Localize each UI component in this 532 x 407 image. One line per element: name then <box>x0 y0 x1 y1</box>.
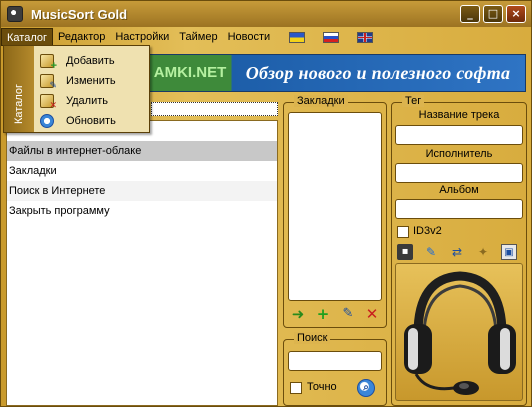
headphones-icon <box>404 271 516 395</box>
bookmarks-list[interactable] <box>288 112 382 301</box>
tag-label: Тег <box>402 95 425 107</box>
album-label: Альбом <box>439 184 479 196</box>
menu-timer[interactable]: Таймер <box>174 28 222 46</box>
menu-item-delete[interactable]: Удалить <box>40 92 108 111</box>
track-title-input[interactable] <box>395 125 523 145</box>
menu-item-edit[interactable]: Изменить <box>40 72 116 91</box>
artist-input[interactable] <box>395 163 523 183</box>
banner-slogan: Обзор нового и полезного софта <box>245 63 511 83</box>
headphones-artwork <box>395 263 523 401</box>
menu-item-label: Изменить <box>66 75 116 87</box>
close-button[interactable]: × <box>506 5 526 23</box>
list-item-internet-search[interactable]: Поиск в Интернете <box>7 181 277 201</box>
ua-flag-icon[interactable] <box>289 31 306 43</box>
delete-catalog-icon <box>40 94 57 111</box>
window-controls: _ □ × <box>460 5 526 23</box>
search-input[interactable] <box>288 351 382 371</box>
ru-flag-icon[interactable] <box>323 31 340 43</box>
exact-label: Точно <box>307 381 337 393</box>
search-icon[interactable]: ⌕ <box>357 379 375 397</box>
menu-item-refresh[interactable]: Обновить <box>40 112 116 130</box>
menu-settings[interactable]: Настройки <box>110 28 174 46</box>
menu-item-label: Обновить <box>66 115 116 127</box>
save-icon[interactable]: ▪ <box>397 244 413 260</box>
banner-site-name: AMKI.NET <box>153 64 227 81</box>
menu-item-label: Удалить <box>66 95 108 107</box>
window-title: MusicSort Gold <box>31 6 128 22</box>
menu-item-label: Добавить <box>66 55 115 67</box>
id3-label: ID3v2 <box>413 225 442 237</box>
edit-catalog-icon <box>40 74 57 91</box>
menu-catalog[interactable]: Каталог <box>1 28 53 46</box>
menu-item-add[interactable]: Добавить <box>40 52 115 72</box>
bookmarks-label: Закладки <box>294 95 348 107</box>
search-group: Поиск <box>283 332 387 406</box>
list-item-exit[interactable]: Закрыть программу <box>7 201 277 221</box>
edit-icon[interactable]: ✎ <box>339 305 357 323</box>
delete-icon[interactable]: ✕ <box>363 305 381 323</box>
catalog-list[interactable]: Файлы в интернет-облаке Закладки Поиск в… <box>6 120 278 406</box>
add-catalog-icon <box>40 54 57 72</box>
search-label: Поиск <box>294 332 331 344</box>
app-logo-icon <box>7 6 23 22</box>
artist-label: Исполнитель <box>425 148 493 160</box>
album-input[interactable] <box>395 199 523 219</box>
id3-checkbox[interactable] <box>397 226 409 238</box>
title-bar[interactable]: MusicSort Gold _ □ × <box>1 1 531 27</box>
catalog-filter-field[interactable] <box>151 102 278 116</box>
magic-icon[interactable]: ✦ <box>475 244 491 260</box>
minimize-button[interactable]: _ <box>460 5 480 23</box>
menu-editor[interactable]: Редактор <box>53 28 110 46</box>
gb-flag-icon[interactable] <box>357 31 374 43</box>
list-item-cloud-files[interactable]: Файлы в интернет-облаке <box>7 141 277 161</box>
pen-icon[interactable]: ✎ <box>423 244 439 260</box>
add-icon[interactable]: + <box>314 305 332 323</box>
image-icon[interactable]: ▣ <box>501 244 517 260</box>
app-window: MusicSort Gold _ □ × Каталог Редактор На… <box>0 0 532 407</box>
catalog-dropdown-menu: Каталог Добавить Изменить Удалить Обнови… <box>3 45 150 133</box>
menu-bar: Каталог Редактор Настройки Таймер Новост… <box>1 28 531 46</box>
swap-icon[interactable]: ⇄ <box>449 244 465 260</box>
maximize-button[interactable]: □ <box>483 5 503 23</box>
menu-news[interactable]: Новости <box>223 28 276 46</box>
go-icon[interactable]: ➜ <box>289 305 307 323</box>
dropdown-side-label: Каталог <box>13 84 25 124</box>
list-item-bookmarks[interactable]: Закладки <box>7 161 277 181</box>
refresh-icon <box>40 114 54 128</box>
track-title-label: Название трека <box>418 109 500 121</box>
dropdown-sidebar: Каталог <box>4 46 34 132</box>
ad-banner[interactable]: AMKI.NET Обзор нового и полезного софта <box>148 54 526 92</box>
exact-checkbox[interactable] <box>290 382 302 394</box>
